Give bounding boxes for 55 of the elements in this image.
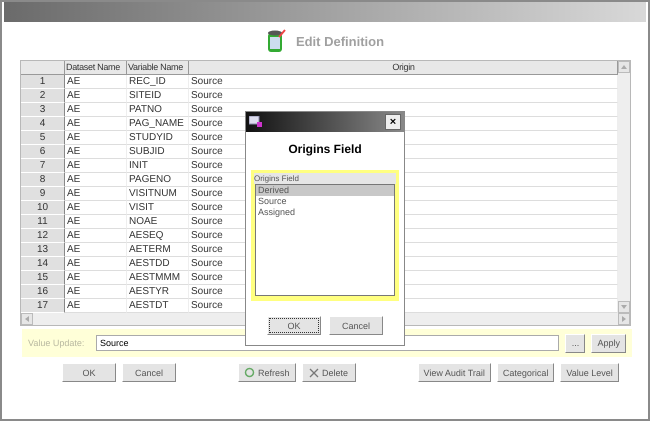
row-number: 1 xyxy=(21,75,65,89)
table-cell: AE xyxy=(65,215,127,229)
row-number: 16 xyxy=(21,285,65,299)
table-cell: AE xyxy=(65,131,127,145)
row-number: 13 xyxy=(21,243,65,257)
table-cell: AE xyxy=(65,75,127,89)
table-cell: AE xyxy=(65,285,127,299)
table-cell: AE xyxy=(65,187,127,201)
row-number: 2 xyxy=(21,89,65,103)
table-cell: Source xyxy=(189,89,618,103)
table-cell: AESEQ xyxy=(127,229,189,243)
table-cell: AETERM xyxy=(127,243,189,257)
table-cell: AESTDD xyxy=(127,257,189,271)
table-cell: Source xyxy=(189,75,618,89)
dialog-heading: Origins Field xyxy=(288,142,362,156)
value-update-label: Value Update: xyxy=(28,338,86,348)
table-cell: AE xyxy=(65,89,127,103)
row-number: 14 xyxy=(21,257,65,271)
table-cell: VISITNUM xyxy=(127,187,189,201)
table-cell: AE xyxy=(65,257,127,271)
table-cell: SUBJID xyxy=(127,145,189,159)
table-cell: PAGENO xyxy=(127,173,189,187)
table-cell: AE xyxy=(65,271,127,285)
row-number: 12 xyxy=(21,229,65,243)
row-number: 17 xyxy=(21,299,65,313)
table-cell: AE xyxy=(65,201,127,215)
row-number: 3 xyxy=(21,103,65,117)
table-cell: AE xyxy=(65,117,127,131)
table-cell: AE xyxy=(65,145,127,159)
table-cell: VISIT xyxy=(127,201,189,215)
row-number: 7 xyxy=(21,159,65,173)
table-cell: NOAE xyxy=(127,215,189,229)
table-cell: AESTMMM xyxy=(127,271,189,285)
table-cell: REC_ID xyxy=(127,75,189,89)
table-cell: SITEID xyxy=(127,89,189,103)
table-cell: PAG_NAME xyxy=(127,117,189,131)
table-cell: AE xyxy=(65,243,127,257)
table-cell: AESTYR xyxy=(127,285,189,299)
row-number: 5 xyxy=(21,131,65,145)
table-cell: INIT xyxy=(127,159,189,173)
table-cell: AE xyxy=(65,229,127,243)
table-cell: AE xyxy=(65,159,127,173)
row-number: 6 xyxy=(21,145,65,159)
row-number: 15 xyxy=(21,271,65,285)
row-number: 4 xyxy=(21,117,65,131)
page-title: Edit Definition xyxy=(296,34,384,48)
table-cell: PATNO xyxy=(127,103,189,117)
row-number: 9 xyxy=(21,187,65,201)
table-cell: STUDYID xyxy=(127,131,189,145)
row-number: 10 xyxy=(21,201,65,215)
row-number: 11 xyxy=(21,215,65,229)
table-cell: AE xyxy=(65,103,127,117)
table-cell: AE xyxy=(65,173,127,187)
row-number: 8 xyxy=(21,173,65,187)
list-label: Origins Field xyxy=(254,173,396,184)
